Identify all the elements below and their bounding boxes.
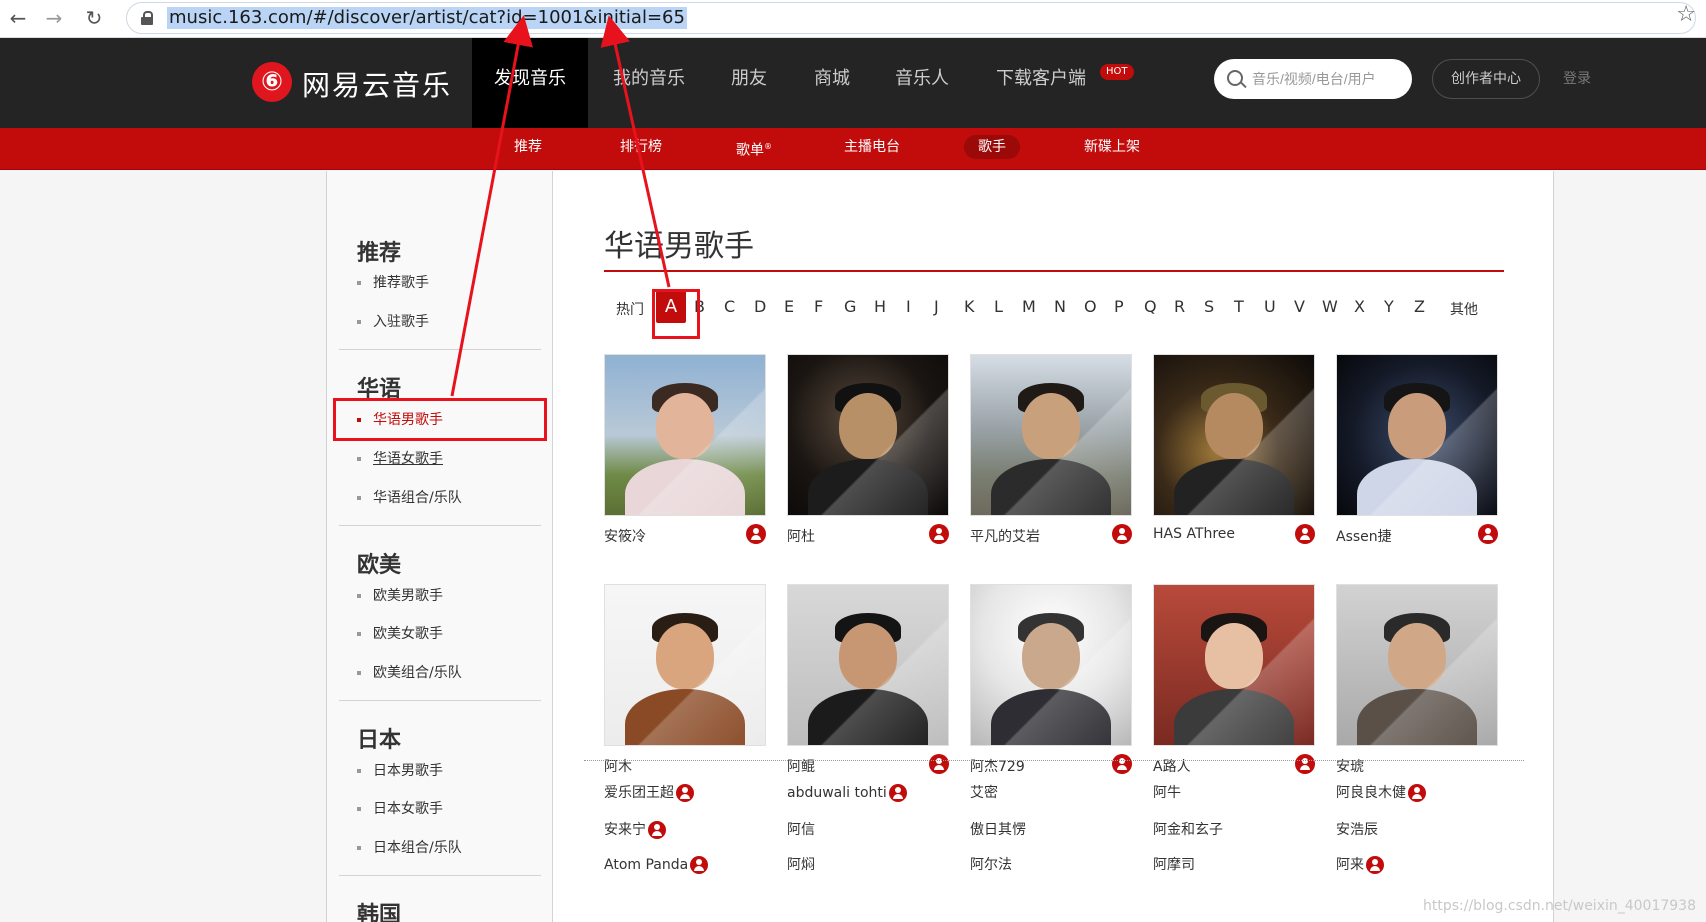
- annotation-arrow-category: [450, 15, 533, 397]
- watermark: https://blog.csdn.net/weixin_40017938: [1422, 898, 1696, 914]
- annotation-arrow-letter: [600, 15, 671, 288]
- annotation-arrows: [450, 15, 671, 397]
